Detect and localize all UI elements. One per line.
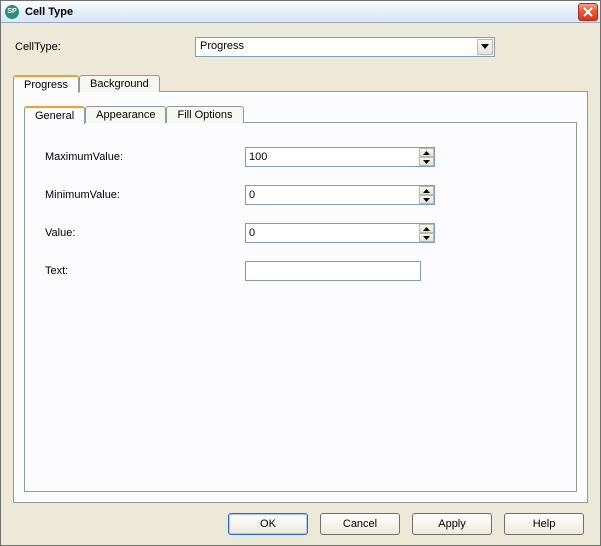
outer-tabpanel: General Appearance Fill Options MaximumV…: [13, 91, 588, 503]
chevron-down-icon: [423, 160, 430, 164]
value-step-up[interactable]: [419, 224, 434, 233]
tab-background-label: Background: [90, 78, 149, 90]
close-icon: [583, 7, 593, 17]
chevron-down-icon: [481, 44, 489, 50]
maximum-value-field: [245, 147, 435, 167]
chevron-up-icon: [423, 151, 430, 155]
minimum-value-step-up[interactable]: [419, 186, 434, 195]
celltype-value: Progress: [200, 40, 474, 52]
maximum-value-label: MaximumValue:: [45, 151, 245, 163]
tab-background[interactable]: Background: [79, 75, 160, 92]
inner-tabpanel: MaximumValue:: [24, 122, 577, 492]
outer-tabstrip: Progress Background: [13, 71, 588, 91]
maximum-value-step-up[interactable]: [419, 148, 434, 157]
minimum-value-step-down[interactable]: [419, 195, 434, 204]
value-input[interactable]: [245, 223, 435, 243]
minimum-value-field: [245, 185, 435, 205]
chevron-up-icon: [423, 227, 430, 231]
title-bar: SP Cell Type: [1, 1, 600, 23]
tab-fill-options-label: Fill Options: [177, 109, 232, 121]
app-icon: SP: [5, 5, 19, 19]
celltype-label: CellType:: [15, 41, 195, 53]
text-label: Text:: [45, 265, 245, 277]
tab-appearance-label: Appearance: [96, 109, 155, 121]
chevron-up-icon: [423, 189, 430, 193]
button-bar: OK Cancel Apply Help: [1, 503, 600, 545]
value-spinner: [419, 224, 434, 242]
celltype-row: CellType: Progress: [15, 37, 588, 57]
ok-button[interactable]: OK: [228, 513, 308, 535]
value-field: [245, 223, 435, 243]
tab-general[interactable]: General: [24, 106, 85, 124]
row-minimum-value: MinimumValue:: [45, 185, 560, 205]
tab-appearance[interactable]: Appearance: [85, 106, 166, 123]
row-maximum-value: MaximumValue:: [45, 147, 560, 167]
tab-progress[interactable]: Progress: [13, 75, 79, 93]
text-input[interactable]: [245, 261, 421, 281]
minimum-value-spinner: [419, 186, 434, 204]
tab-fill-options[interactable]: Fill Options: [166, 106, 243, 123]
minimum-value-label: MinimumValue:: [45, 189, 245, 201]
row-text: Text:: [45, 261, 560, 281]
celltype-select[interactable]: Progress: [195, 37, 495, 57]
apply-button[interactable]: Apply: [412, 513, 492, 535]
value-label: Value:: [45, 227, 245, 239]
dialog-window: SP Cell Type CellType: Progress Progress…: [0, 0, 601, 546]
inner-tabstrip: General Appearance Fill Options: [24, 102, 577, 122]
dropdown-button[interactable]: [477, 39, 493, 55]
maximum-value-input[interactable]: [245, 147, 435, 167]
tab-general-label: General: [35, 110, 74, 122]
tab-progress-label: Progress: [24, 79, 68, 91]
chevron-down-icon: [423, 198, 430, 202]
window-title: Cell Type: [25, 6, 578, 18]
chevron-down-icon: [423, 236, 430, 240]
maximum-value-step-down[interactable]: [419, 157, 434, 166]
maximum-value-spinner: [419, 148, 434, 166]
minimum-value-input[interactable]: [245, 185, 435, 205]
row-value: Value:: [45, 223, 560, 243]
client-area: CellType: Progress Progress Background G…: [1, 23, 600, 503]
close-button[interactable]: [578, 3, 598, 21]
cancel-button[interactable]: Cancel: [320, 513, 400, 535]
help-button[interactable]: Help: [504, 513, 584, 535]
value-step-down[interactable]: [419, 233, 434, 242]
